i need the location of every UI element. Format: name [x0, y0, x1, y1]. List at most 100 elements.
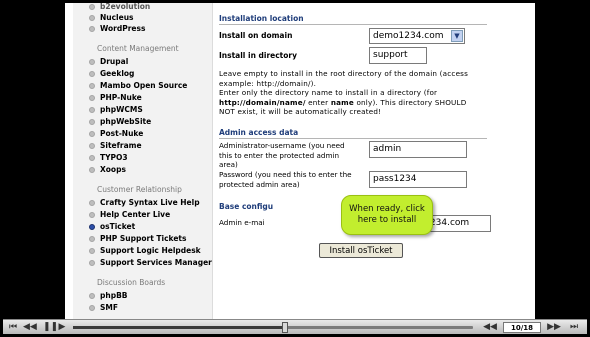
slide-counter: 10/18 — [503, 322, 541, 333]
screen-stage: b2evolution Nucleus WordPress Content Ma… — [65, 3, 535, 319]
rewind-icon[interactable]: ◀◀ — [23, 322, 37, 333]
admin-username-label: Administrator-username (you need this to… — [219, 141, 345, 169]
sidebar-item-phpbb[interactable]: phpBB — [89, 290, 128, 301]
sidebar-item-label: SMF — [100, 303, 118, 312]
sidebar-item-b2evolution[interactable]: b2evolution — [89, 3, 150, 12]
password-label: Password (you need this to enter the pro… — [219, 170, 352, 189]
last-frame-icon[interactable]: ⏭ — [567, 322, 581, 333]
help-url: http://domain/name/ — [219, 97, 306, 107]
sidebar-item-label: Xoops — [100, 165, 126, 174]
sidebar-group-header: Content Management — [97, 44, 179, 53]
bullet-icon — [89, 154, 95, 161]
bullet-icon — [89, 118, 95, 125]
sidebar-item-label: PHP Support Tickets — [100, 234, 187, 243]
admin-username-input[interactable]: admin — [369, 141, 467, 158]
sidebar-item-wordpress[interactable]: WordPress — [89, 23, 145, 34]
bullet-icon — [89, 142, 95, 149]
bullet-icon — [89, 166, 95, 173]
help-line: example: http://domain/). — [219, 78, 317, 88]
sidebar-item-support-logic[interactable]: Support Logic Helpdesk — [89, 245, 201, 256]
bullet-icon — [89, 292, 95, 299]
sidebar-item-support-services[interactable]: Support Services Manager — [89, 257, 212, 268]
sidebar-item-mambo[interactable]: Mambo Open Source — [89, 80, 187, 91]
section-divider — [219, 24, 487, 25]
help-line: Leave empty to install in the root direc… — [219, 69, 469, 78]
sidebar-item-osticket[interactable]: osTicket — [89, 221, 135, 232]
sidebar-item-phpwebsite[interactable]: phpWebSite — [89, 116, 151, 127]
help-line: http://domain/name/ enter name only). Th… — [219, 98, 489, 108]
sidebar-item-label: Help Center Live — [100, 210, 171, 219]
domain-label: Install on domain — [219, 31, 293, 40]
sidebar-item-php-nuke[interactable]: PHP-Nuke — [89, 92, 142, 103]
sidebar-item-smf[interactable]: SMF — [89, 302, 118, 313]
sidebar-item-label: Crafty Syntax Live Help — [100, 198, 200, 207]
sidebar-item-label: Drupal — [100, 57, 129, 66]
bullet-icon — [89, 130, 95, 137]
chevron-down-icon[interactable]: ▼ — [451, 30, 463, 42]
help-text: only). This directory SHOULD — [353, 97, 467, 107]
playback-controls: ⏮ ◀◀ ❚❚ ▶ ◀◀ 10/18 ▶▶ ⏭ — [3, 319, 587, 334]
first-frame-icon[interactable]: ⏮ — [7, 322, 19, 333]
sidebar-item-nucleus[interactable]: Nucleus — [89, 12, 134, 23]
admin-email-label: Admin e-mai — [219, 218, 265, 227]
sidebar-item-php-support-tickets[interactable]: PHP Support Tickets — [89, 233, 186, 244]
seek-bar[interactable] — [73, 322, 473, 333]
application-sidebar: b2evolution Nucleus WordPress Content Ma… — [73, 3, 213, 319]
sidebar-item-label: WordPress — [100, 24, 146, 33]
sidebar-item-label: Siteframe — [100, 141, 142, 150]
sidebar-item-siteframe[interactable]: Siteframe — [89, 140, 142, 151]
sidebar-item-crafty-syntax[interactable]: Crafty Syntax Live Help — [89, 197, 200, 208]
sidebar-item-drupal[interactable]: Drupal — [89, 56, 128, 67]
sidebar-item-label: Support Logic Helpdesk — [100, 246, 201, 255]
domain-select-value: demo1234.com — [373, 31, 444, 41]
tutorial-callout: When ready, click here to install — [341, 195, 433, 235]
section-title-install-location: Installation location — [219, 14, 304, 23]
bullet-icon — [89, 211, 95, 218]
domain-select[interactable]: demo1234.com ▼ — [369, 28, 465, 44]
bullet-icon — [89, 70, 95, 77]
password-input[interactable]: pass1234 — [369, 171, 467, 188]
bullet-icon — [89, 82, 95, 89]
install-osticket-button[interactable]: Install osTicket — [319, 243, 403, 258]
sidebar-item-label: Post-Nuke — [100, 129, 144, 138]
sidebar-item-label: TYPO3 — [100, 153, 128, 162]
sidebar-item-label: phpWCMS — [100, 105, 143, 114]
section-title-admin-access: Admin access data — [219, 128, 299, 137]
sidebar-group-header: Customer Relationship — [97, 185, 182, 194]
bullet-icon — [89, 106, 95, 113]
sidebar-item-label: phpBB — [100, 291, 128, 300]
bullet-icon — [89, 259, 95, 266]
bullet-icon — [89, 14, 95, 21]
sidebar-item-label: phpWebSite — [100, 117, 152, 126]
bullet-icon — [89, 235, 95, 242]
sidebar-item-xoops[interactable]: Xoops — [89, 164, 126, 175]
previous-slide-icon[interactable]: ◀◀ — [481, 322, 499, 333]
seek-thumb[interactable] — [282, 322, 288, 333]
directory-label: Install in directory — [219, 51, 298, 60]
directory-help-text: Leave empty to install in the root direc… — [219, 69, 489, 117]
bullet-icon — [89, 94, 95, 101]
sidebar-item-label: Nucleus — [100, 13, 134, 22]
sidebar-item-label: b2evolution — [100, 3, 151, 11]
bullet-icon — [89, 199, 95, 206]
radio-selected-icon — [89, 223, 95, 230]
pause-icon[interactable]: ❚❚ — [43, 322, 58, 333]
sidebar-item-phpwcms[interactable]: phpWCMS — [89, 104, 143, 115]
help-line: Enter only the directory name to install… — [219, 88, 438, 97]
sidebar-item-geeklog[interactable]: Geeklog — [89, 68, 134, 79]
sidebar-item-typo3[interactable]: TYPO3 — [89, 152, 128, 163]
sidebar-group-header: Discussion Boards — [97, 278, 166, 287]
tutorial-frame: b2evolution Nucleus WordPress Content Ma… — [3, 3, 587, 334]
bullet-icon — [89, 58, 95, 65]
play-icon[interactable]: ▶ — [57, 322, 67, 333]
help-keyword: name — [330, 97, 354, 107]
next-slide-icon[interactable]: ▶▶ — [545, 322, 563, 333]
bullet-icon — [89, 3, 95, 10]
help-text: enter — [305, 97, 331, 107]
directory-input[interactable]: support — [369, 47, 427, 64]
sidebar-item-post-nuke[interactable]: Post-Nuke — [89, 128, 143, 139]
sidebar-item-help-center-live[interactable]: Help Center Live — [89, 209, 170, 220]
sidebar-item-label: PHP-Nuke — [100, 93, 142, 102]
sidebar-item-label: osTicket — [100, 222, 136, 231]
section-title-base-config: Base configu — [219, 202, 274, 211]
